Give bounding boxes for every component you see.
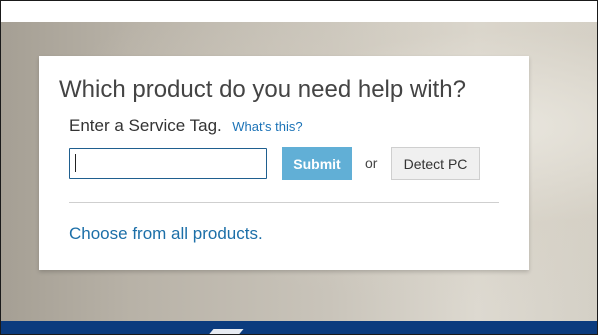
top-strip: [1, 1, 597, 22]
footer-band: [1, 321, 597, 334]
or-separator: or: [365, 155, 378, 171]
browser-viewport: Which product do you need help with? Ent…: [0, 0, 598, 335]
service-tag-row: Enter a Service Tag. What's this?: [69, 116, 303, 136]
choose-all-products-link[interactable]: Choose from all products.: [69, 224, 263, 244]
card-title: Which product do you need help with?: [59, 76, 466, 103]
footer-logo-fragment: [208, 329, 244, 334]
service-tag-label: Enter a Service Tag.: [69, 116, 222, 135]
whats-this-link[interactable]: What's this?: [232, 119, 302, 134]
submit-button[interactable]: Submit: [282, 147, 352, 180]
service-tag-input[interactable]: [69, 148, 267, 179]
detect-pc-button[interactable]: Detect PC: [391, 147, 480, 180]
product-support-card: Which product do you need help with? Ent…: [39, 56, 529, 270]
text-caret: [75, 154, 76, 172]
divider: [69, 202, 499, 203]
